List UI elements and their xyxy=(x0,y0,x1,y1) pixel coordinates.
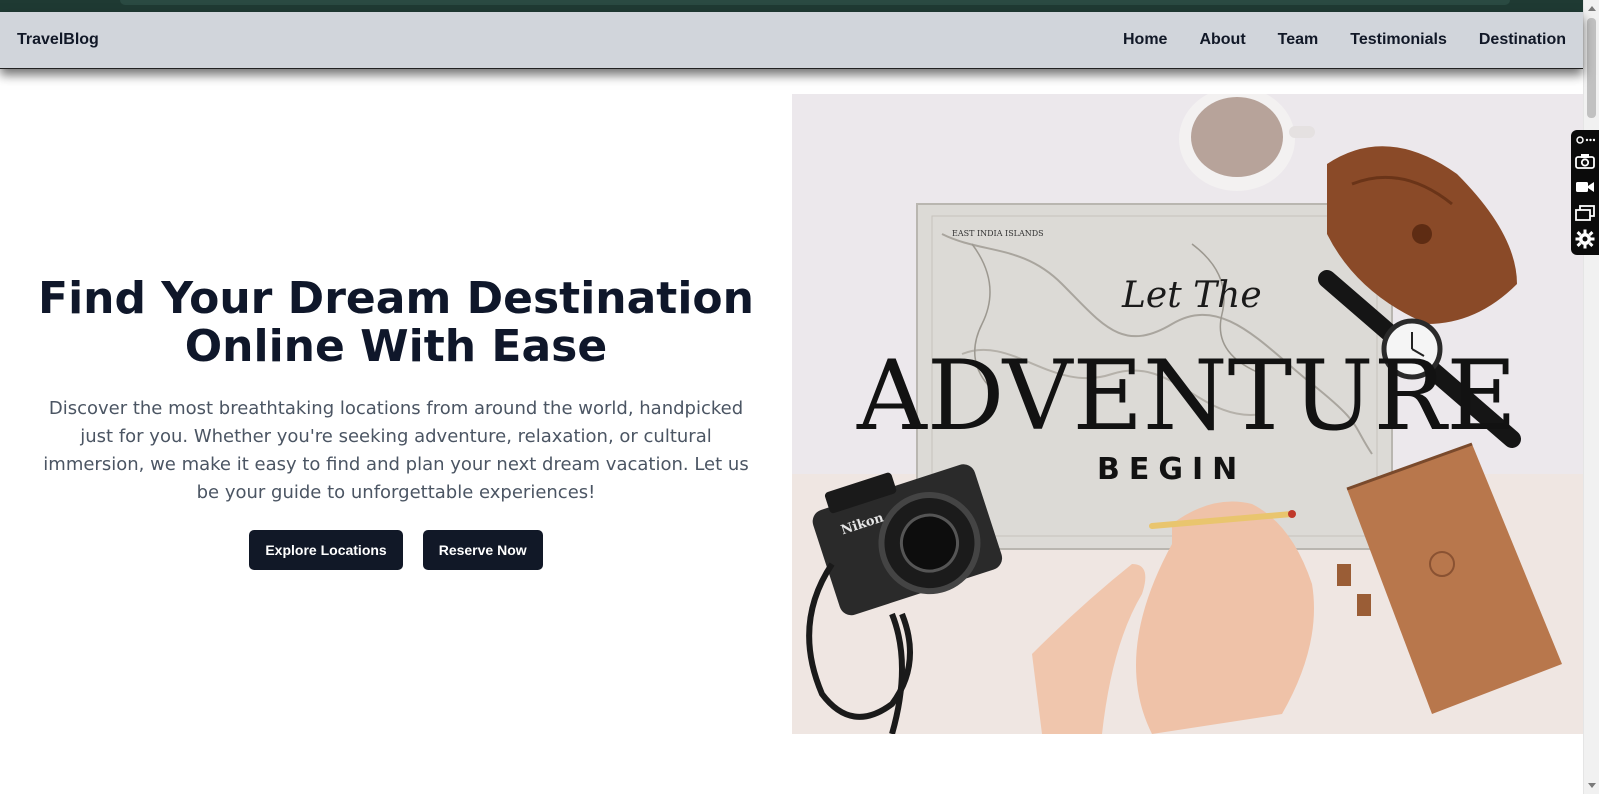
browser-top-strip xyxy=(0,0,1583,12)
adventure-illustration: EAST INDIA ISLANDS Nikon Let The ADVENTU… xyxy=(792,94,1583,734)
scroll-down-arrow-icon[interactable] xyxy=(1588,783,1596,788)
nav-link-destination[interactable]: Destination xyxy=(1479,31,1566,49)
scroll-thumb[interactable] xyxy=(1587,18,1596,118)
hero-buttons: Explore Locations Reserve Now xyxy=(32,530,760,570)
camera-icon[interactable] xyxy=(1573,148,1597,174)
gear-icon[interactable] xyxy=(1573,226,1597,252)
windows-icon[interactable] xyxy=(1573,200,1597,226)
link-icon[interactable] xyxy=(1573,132,1597,148)
map-label: EAST INDIA ISLANDS xyxy=(952,229,1044,238)
hero-title-line-1: Find Your Dream Destination xyxy=(38,273,754,324)
scroll-up-arrow-icon[interactable] xyxy=(1588,6,1596,11)
reserve-now-button[interactable]: Reserve Now xyxy=(422,530,543,570)
hero-title: Find Your Dream Destination Online With … xyxy=(32,275,760,371)
page-scrollbar[interactable] xyxy=(1583,0,1599,794)
browser-tab-edge xyxy=(120,0,1510,5)
image-text-let-the: Let The xyxy=(1121,275,1262,316)
video-icon[interactable] xyxy=(1573,174,1597,200)
hero-title-line-2: Online With Ease xyxy=(184,321,608,372)
image-text-adventure: ADVENTURE xyxy=(856,340,1517,452)
hero-image: EAST INDIA ISLANDS Nikon Let The ADVENTU… xyxy=(792,94,1583,734)
floating-toolbar xyxy=(1571,130,1599,255)
image-text-begin: BEGIN xyxy=(1097,452,1246,487)
nav-link-testimonials[interactable]: Testimonials xyxy=(1350,31,1447,49)
nav-link-team[interactable]: Team xyxy=(1278,31,1319,49)
hero-section: Find Your Dream Destination Online With … xyxy=(32,275,760,570)
nav-link-home[interactable]: Home xyxy=(1123,31,1167,49)
navbar: TravelBlog Home About Team Testimonials … xyxy=(0,12,1583,69)
brand-logo[interactable]: TravelBlog xyxy=(17,31,99,49)
explore-locations-button[interactable]: Explore Locations xyxy=(249,530,403,570)
hero-description: Discover the most breathtaking locations… xyxy=(43,398,749,503)
nav-links: Home About Team Testimonials Destination xyxy=(1091,31,1566,49)
nav-link-about[interactable]: About xyxy=(1199,31,1245,49)
